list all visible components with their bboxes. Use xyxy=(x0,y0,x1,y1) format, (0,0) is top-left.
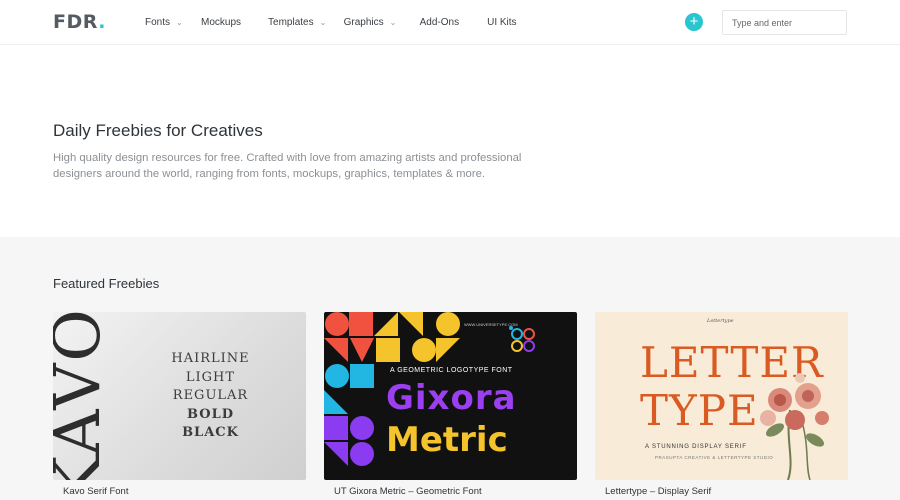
nav-item-graphics[interactable]: Graphics ⌄ xyxy=(344,17,400,28)
weight-label: LIGHT xyxy=(185,369,236,385)
card-title[interactable]: UT Gixora Metric – Geometric Font xyxy=(334,486,482,497)
card-thumbnail[interactable]: Lettertype LETTER TYPE A STUNNING DISPLA… xyxy=(595,312,848,480)
letter-studio: PRASUPTA CREATIVE & LETTERTYPE STUDIO xyxy=(655,455,774,460)
search-input[interactable] xyxy=(722,10,847,35)
featured-title: Featured Freebies xyxy=(53,276,160,291)
hero-description: High quality design resources for free. … xyxy=(53,152,522,180)
nav-item-ui-kits[interactable]: UI Kits xyxy=(487,17,516,28)
main-nav: Fonts ⌄ Mockups Templates ⌄ Graphics ⌄ Add-… xyxy=(145,0,517,45)
gixora-word: Gixora xyxy=(386,378,517,418)
nav-label: Fonts xyxy=(145,17,171,28)
card-title[interactable]: Kavo Serif Font xyxy=(63,486,128,497)
freebie-card[interactable]: KAVO HAIRLINE LIGHT REGULAR BOLD BLACK K… xyxy=(53,312,306,500)
nav-label: Templates xyxy=(268,17,314,28)
hero-section: Daily Freebies for Creatives High qualit… xyxy=(0,45,900,237)
lettertype-script-logo: Lettertype xyxy=(707,318,734,324)
nav-label: Mockups xyxy=(201,17,242,28)
nav-label: UI Kits xyxy=(487,17,517,28)
weight-label: BOLD xyxy=(187,406,234,422)
weight-label: REGULAR xyxy=(172,388,249,403)
chevron-down-icon: ⌄ xyxy=(389,17,397,27)
hero-title: Daily Freebies for Creatives xyxy=(53,121,263,140)
flower-illustration xyxy=(760,373,829,480)
freebie-card[interactable]: Lettertype LETTER TYPE A STUNNING DISPLA… xyxy=(595,312,848,500)
nav-item-mockups[interactable]: Mockups xyxy=(201,17,241,28)
chevron-down-icon: ⌄ xyxy=(176,17,183,27)
nav-label: Graphics xyxy=(343,17,384,28)
site-header: FDR. Fonts ⌄ Mockups Templates ⌄ Graphics ⌄… xyxy=(0,0,900,45)
letter-subtitle: A STUNNING DISPLAY SERIF xyxy=(645,444,747,450)
card-thumbnail[interactable]: KAVO HAIRLINE LIGHT REGULAR BOLD BLACK xyxy=(53,312,306,480)
kavo-weights: HAIRLINE LIGHT REGULAR BOLD BLACK xyxy=(153,350,268,443)
gixora-tagline: A GEOMETRIC LOGOTYPE FONT xyxy=(390,367,513,374)
kavo-big-word: KAVO xyxy=(53,312,115,480)
metric-word: Metric xyxy=(386,420,508,460)
plus-icon: + xyxy=(689,13,699,30)
card-title[interactable]: Lettertype – Display Serif xyxy=(605,486,711,497)
add-button[interactable]: + xyxy=(685,13,703,31)
site-logo[interactable]: FDR. xyxy=(53,11,106,33)
nav-label: Add-Ons xyxy=(419,17,460,28)
nav-item-addons[interactable]: Add-Ons xyxy=(420,17,459,28)
weight-label: BLACK xyxy=(182,425,239,440)
nav-item-templates[interactable]: Templates ⌄ xyxy=(268,17,330,28)
featured-section: Featured Freebies KAVO HAIRLINE LIGHT RE… xyxy=(0,237,900,500)
type-heading: TYPE xyxy=(640,386,759,435)
nav-item-fonts[interactable]: Fonts ⌄ xyxy=(145,17,186,28)
freebie-card[interactable]: WWW.UNIVERSETYPE.COM A GEOMETRIC LOGOTYP… xyxy=(324,312,577,500)
site-url: WWW.UNIVERSETYPE.COM xyxy=(464,322,518,327)
chevron-down-icon: ⌄ xyxy=(319,17,327,27)
card-thumbnail[interactable]: WWW.UNIVERSETYPE.COM A GEOMETRIC LOGOTYP… xyxy=(324,312,577,480)
weight-label: HAIRLINE xyxy=(171,351,250,366)
